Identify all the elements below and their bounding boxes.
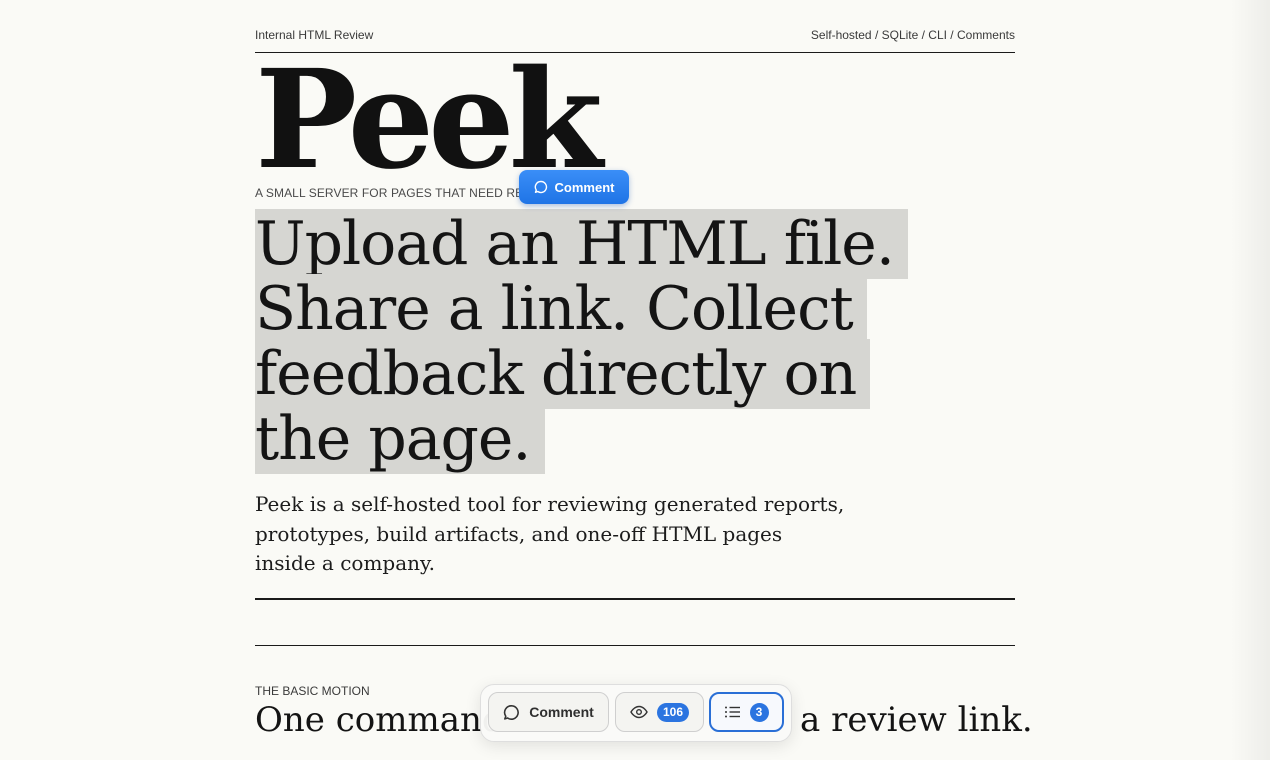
toolbar-comment-button[interactable]: Comment: [488, 692, 609, 732]
headline-line-1[interactable]: Upload an HTML file.: [255, 209, 908, 279]
toolbar-comments-list-button[interactable]: 3: [709, 692, 784, 732]
headline-line-3[interactable]: feedback directly on: [255, 339, 871, 409]
section-heading-start: One command: [255, 700, 504, 740]
divider: [255, 645, 1015, 646]
section-heading-end: a review link.: [800, 700, 1033, 740]
eye-icon: [630, 705, 648, 719]
tagline: A SMALL SERVER FOR PAGES THAT NEED RE: [255, 186, 524, 200]
edge-shadow: [1230, 0, 1270, 760]
selection-comment-button[interactable]: Comment: [519, 170, 629, 204]
hero-headline[interactable]: Upload an HTML file. Share a link. Colle…: [255, 209, 975, 474]
selection-comment-label: Comment: [554, 179, 615, 195]
views-count-badge: 106: [656, 702, 690, 722]
page-content: Internal HTML Review Self-hosted / SQLit…: [255, 0, 1033, 760]
headline-line-4[interactable]: the page.: [255, 404, 545, 474]
section-eyebrow: THE BASIC MOTION: [255, 684, 370, 698]
list-icon: [724, 705, 741, 719]
review-toolbar: Comment 106 3: [480, 684, 792, 742]
toolbar-views-button[interactable]: 106: [615, 692, 704, 732]
comment-bubble-icon: [534, 180, 548, 194]
toolbar-comment-label: Comment: [529, 704, 594, 720]
comment-bubble-icon: [503, 704, 520, 721]
divider: [255, 598, 1015, 600]
comments-count-badge: 3: [749, 702, 769, 722]
feature-list: Self-hosted / SQLite / CLI / Comments: [810, 28, 1015, 42]
headline-line-2[interactable]: Share a link. Collect: [255, 274, 867, 344]
logo-wordmark: Peek: [255, 40, 603, 200]
lede-paragraph: Peek is a self-hosted tool for reviewing…: [255, 492, 845, 575]
